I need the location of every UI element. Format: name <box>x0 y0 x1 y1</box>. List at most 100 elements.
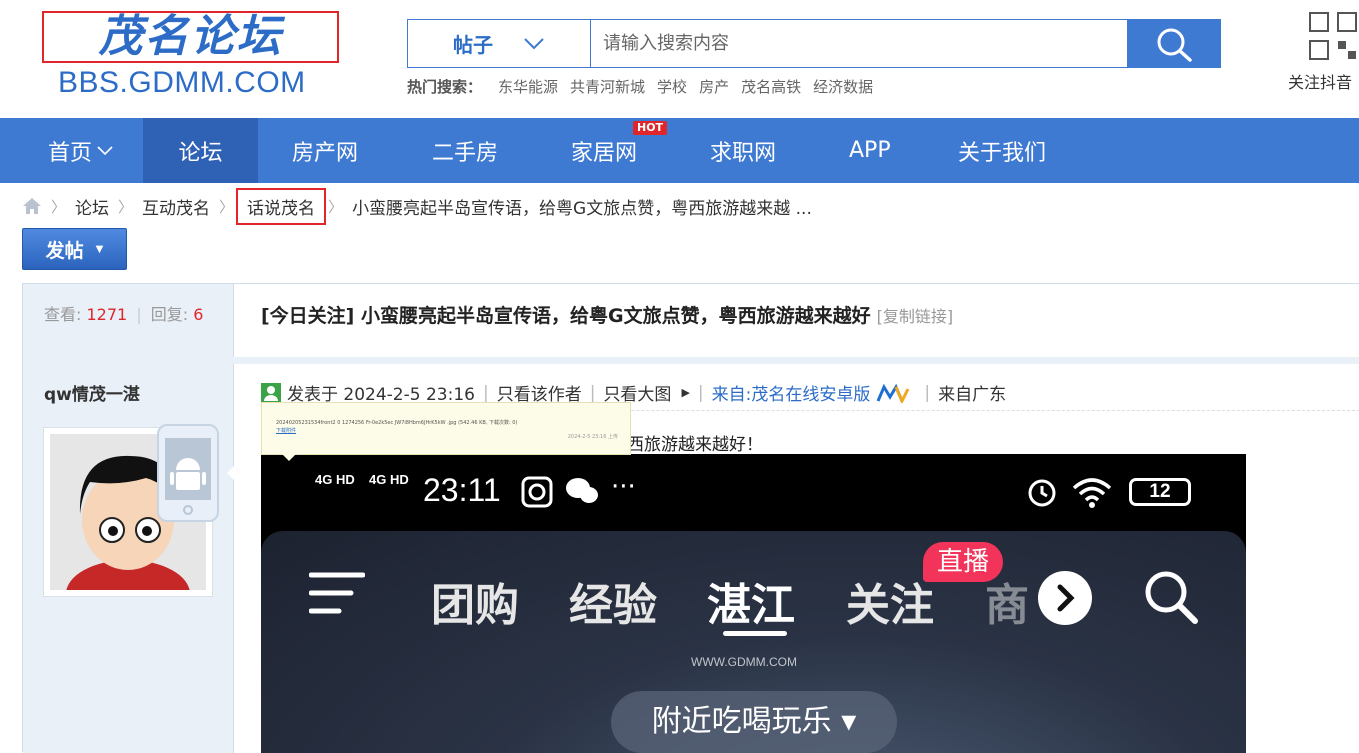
triangle-right-icon: ▶ <box>681 386 690 399</box>
replies-count: 6 <box>193 305 204 324</box>
nav-app[interactable]: APP <box>849 118 891 183</box>
nav-jobs-label: 求职网 <box>710 140 777 166</box>
app-logo-icon <box>876 383 910 403</box>
nav-forum-label: 论坛 <box>178 140 223 166</box>
section-divider <box>23 357 1359 364</box>
breadcrumb-separator: 〉 <box>219 197 235 216</box>
nav-about-label: 关于我们 <box>958 140 1047 166</box>
meta-divider: | <box>924 382 931 403</box>
phone-tab: 经验 <box>569 580 657 631</box>
wifi-icon <box>1072 478 1112 508</box>
more-dots-icon: ··· <box>611 472 636 502</box>
breadcrumb-current: 小蛮腰亮起半岛宣传语，给粤G文旅点赞，粤西旅游越来越 ... <box>352 198 812 219</box>
wechat-icon <box>566 478 598 503</box>
alarm-icon <box>1028 479 1056 507</box>
nav-jobs[interactable]: 求职网 <box>710 118 776 183</box>
nav-secondhand[interactable]: 二手房 <box>432 118 498 183</box>
breadcrumb-separator: 〉 <box>328 197 344 216</box>
live-badge: 直播 <box>923 542 1003 582</box>
nav-app-label: APP <box>849 138 891 163</box>
home-icon[interactable] <box>22 197 42 215</box>
stats-divider: | <box>136 305 142 324</box>
nav-home-decor-label: 家居网 <box>571 140 638 166</box>
hot-search-link[interactable]: 房产 <box>699 76 729 97</box>
new-post-button[interactable]: 发帖 ▼ <box>22 228 127 270</box>
breadcrumb: 〉 论坛 〉 互动茂名 〉 话说茂名 〉 小蛮腰亮起半岛宣传语，给粤G文旅点赞，… <box>22 187 812 225</box>
hot-search-label: 热门搜索： <box>407 78 483 96</box>
avatar-pointer <box>227 464 236 482</box>
thread-title-text: [今日关注] 小蛮腰亮起半岛宣传语，给粤G文旅点赞，粤西旅游越来越好 <box>261 305 871 327</box>
nav-house-label: 房产网 <box>292 140 359 166</box>
thread-title: [今日关注] 小蛮腰亮起半岛宣传语，给粤G文旅点赞，粤西旅游越来越好 [复制链接] <box>261 301 953 328</box>
views-label: 查看: <box>44 305 82 324</box>
search-input[interactable] <box>591 20 1127 67</box>
android-device-icon <box>157 424 219 522</box>
hot-search-link[interactable]: 东华能源 <box>498 76 558 97</box>
site-header: 茂名论坛 BBS.GDMM.COM 帖子 热门搜索： 东华能源 共青河新城 学校… <box>0 0 1359 118</box>
post-body-text: 西旅游越来越好！ <box>627 435 763 455</box>
post-source-link[interactable]: 来自:茂名在线安卓版 <box>712 380 871 405</box>
hot-badge: HOT <box>633 121 668 135</box>
logo-domain: BBS.GDMM.COM <box>58 66 306 99</box>
watermark: WWW.GDMM.COM <box>691 655 797 669</box>
online-user-icon <box>261 382 281 403</box>
thread-stats: 查看: 1271 | 回复: 6 <box>44 301 203 325</box>
hot-search-link[interactable]: 经济数据 <box>813 76 873 97</box>
breadcrumb-interactive[interactable]: 互动茂名 <box>142 194 210 219</box>
attachment-tooltip: 20240205231534front2 0 1274256 Fr-0e2k5e… <box>261 402 631 461</box>
attachment-filename: 20240205231534front2 0 1274256 Fr-0e2k5e… <box>276 420 518 426</box>
site-logo[interactable]: 茂名论坛 <box>42 11 339 63</box>
chevron-down-icon <box>97 145 113 155</box>
phone-tab: 关注 <box>846 580 934 631</box>
meta-divider: | <box>697 382 704 403</box>
bank-app-icon <box>521 476 553 508</box>
main-nav: 首页 论坛 房产网 二手房 家居网 求职网 APP 关于我们 <box>0 118 1359 183</box>
hot-search-link[interactable]: 学校 <box>657 76 687 97</box>
battery-indicator: 12 <box>1129 478 1191 506</box>
search-type-select[interactable]: 帖子 <box>408 20 591 67</box>
phone-tab-selected: 湛江 <box>707 580 795 631</box>
phone-app-panel: 团购 经验 湛江 关注 商 直播 附近吃喝玩乐 ▾ <box>261 531 1246 753</box>
menu-icon <box>309 572 365 614</box>
post-location: 来自广东 <box>938 385 1007 405</box>
nav-secondhand-label: 二手房 <box>432 140 499 166</box>
search-icon <box>1157 28 1192 62</box>
logo-text: 茂名论坛 <box>98 11 283 62</box>
new-post-label: 发帖 <box>45 239 84 262</box>
nav-house[interactable]: 房产网 <box>292 118 358 183</box>
nav-home[interactable]: 首页 <box>48 118 114 183</box>
search-type-label: 帖子 <box>453 33 493 57</box>
breadcrumb-separator: 〉 <box>51 197 67 216</box>
nav-home-label: 首页 <box>48 140 93 166</box>
nav-home-decor[interactable]: 家居网 <box>571 118 637 183</box>
hot-search-link[interactable]: 共青河新城 <box>570 76 645 97</box>
phone-tab-underline <box>723 631 787 636</box>
nearby-pill: 附近吃喝玩乐 ▾ <box>611 691 897 753</box>
search-button[interactable] <box>1127 20 1220 67</box>
meta-divider: | <box>589 382 596 403</box>
copy-link-button[interactable]: [复制链接] <box>877 307 954 326</box>
qr-code-icon <box>1309 12 1357 60</box>
meta-divider: | <box>482 382 489 403</box>
nearby-label: 附近吃喝玩乐 <box>651 704 832 739</box>
search-bar: 帖子 <box>407 19 1221 68</box>
attachment-upload-time: 2024-2-5 23:16 上传 <box>567 434 618 440</box>
signal-label: 4G HD <box>315 472 355 487</box>
attachment-download-link[interactable]: 下载附件 <box>276 427 296 434</box>
breadcrumb-forum[interactable]: 论坛 <box>75 194 109 219</box>
nav-forum[interactable]: 论坛 <box>143 118 258 183</box>
post-image[interactable]: 4G HD 4G HD 23:11 ··· 12 团购 经验 湛江 关注 商 直… <box>261 454 1246 753</box>
phone-status-bar: 4G HD 4G HD 23:11 ··· 12 <box>261 454 1246 530</box>
views-count: 1271 <box>86 305 128 324</box>
douyin-follow[interactable]: 关注抖音 <box>1288 11 1359 93</box>
chevron-right-icon <box>1038 571 1092 625</box>
breadcrumb-separator: 〉 <box>118 197 134 216</box>
author-name[interactable]: qw情茂一湛 <box>44 380 140 405</box>
caret-down-icon: ▼ <box>95 243 104 255</box>
hot-search-link[interactable]: 茂名高铁 <box>741 76 801 97</box>
nav-about[interactable]: 关于我们 <box>958 118 1046 183</box>
breadcrumb-board[interactable]: 话说茂名 <box>236 187 327 225</box>
phone-clock: 23:11 <box>423 472 501 508</box>
phone-tab: 团购 <box>431 580 519 631</box>
hot-search: 热门搜索： 东华能源 共青河新城 学校 房产 茂名高铁 经济数据 <box>407 76 885 97</box>
